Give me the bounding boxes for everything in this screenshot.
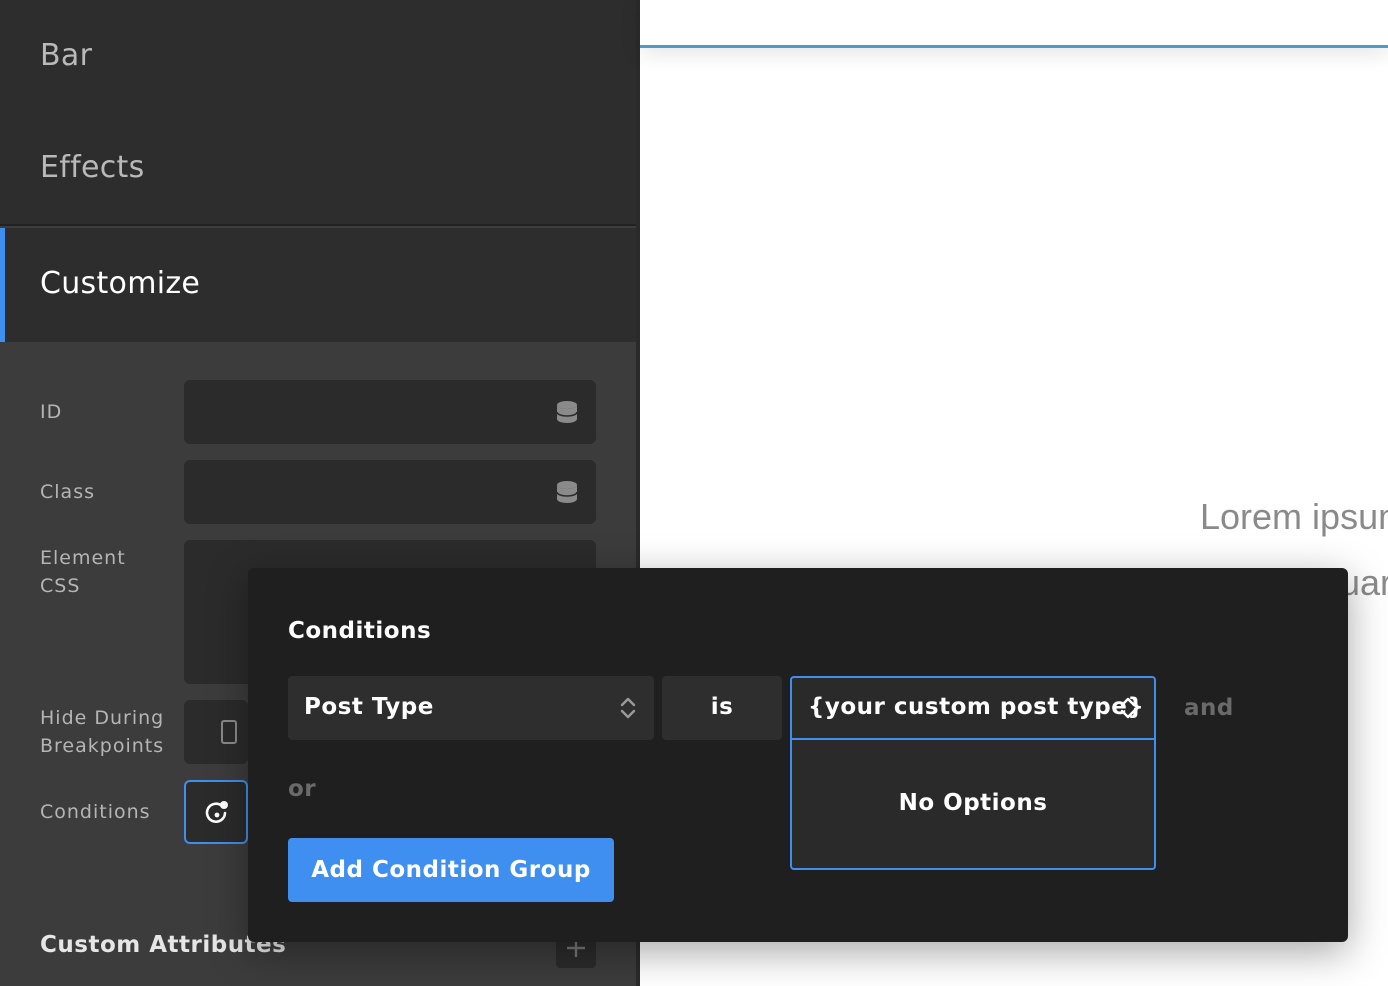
section-effects[interactable]: Effects [0, 113, 636, 226]
conditions-icon [205, 801, 228, 823]
or-connector: or [288, 776, 317, 802]
and-connector[interactable]: and [1184, 695, 1234, 721]
condition-operator-select[interactable]: is [662, 676, 782, 740]
section-title-bar: Bar [40, 38, 93, 73]
class-label: Class [40, 481, 95, 503]
hide-breakpoints-label-line2: Breakpoints [40, 735, 165, 757]
section-bar[interactable]: Bar [0, 0, 636, 113]
section-customize[interactable]: Customize [0, 228, 636, 342]
id-label: ID [40, 401, 63, 423]
section-title-effects: Effects [40, 150, 145, 185]
preview-text-line1: Lorem ipsum [1200, 496, 1388, 537]
hide-breakpoints-label-line1: Hide During [40, 707, 165, 729]
preview-header-bar [640, 0, 1388, 48]
id-input[interactable] [184, 380, 596, 444]
breakpoints-toggle-group [184, 700, 248, 764]
section-title-customize: Customize [40, 266, 201, 301]
condition-value-text: {your custom post type} [808, 694, 1145, 720]
condition-type-value: Post Type [304, 694, 434, 720]
conditions-title: Conditions [288, 618, 432, 644]
condition-type-select[interactable]: Post Type [288, 676, 654, 740]
conditions-popup: Conditions Post Type is {your custom pos… [248, 568, 1348, 942]
conditions-label: Conditions [40, 801, 151, 823]
mobile-device-icon[interactable] [221, 720, 237, 744]
element-css-label-line1: Element [40, 547, 126, 569]
active-section-indicator [0, 228, 5, 342]
database-icon[interactable] [556, 480, 578, 504]
add-condition-group-button[interactable]: Add Condition Group [288, 838, 614, 902]
condition-value-input[interactable]: {your custom post type} [790, 676, 1156, 740]
chevron-up-down-icon [1120, 697, 1136, 719]
condition-operator-value: is [710, 694, 734, 720]
database-icon[interactable] [556, 400, 578, 424]
condition-value-dropdown: No Options [790, 738, 1156, 870]
element-css-label-line2: CSS [40, 575, 81, 597]
no-options-message: No Options [898, 790, 1048, 816]
class-input[interactable] [184, 460, 596, 524]
conditions-button[interactable] [184, 780, 248, 844]
chevron-up-down-icon [620, 697, 636, 719]
